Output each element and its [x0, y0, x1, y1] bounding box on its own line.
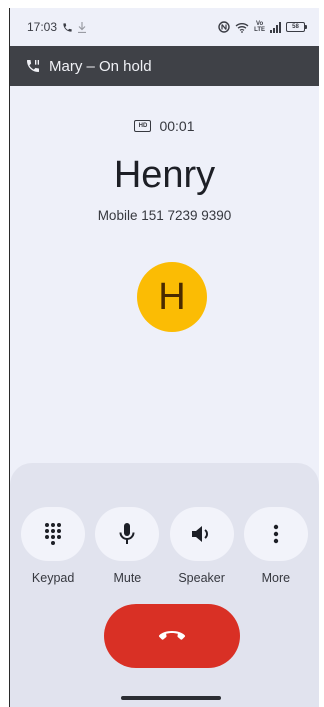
status-time: 17:03 — [27, 20, 58, 34]
battery-icon: 58 — [286, 22, 307, 32]
controls-row: Keypad Mute Speaker More — [10, 507, 319, 585]
end-call-button[interactable] — [104, 604, 240, 668]
battery-level: 58 — [292, 24, 299, 30]
call-timer: HD 00:01 — [10, 118, 319, 134]
dialpad-icon — [45, 523, 62, 545]
caller-number: Mobile 151 7239 9390 — [97, 208, 232, 223]
microphone-icon — [119, 523, 135, 544]
status-right: Vo LTE 58 — [218, 21, 307, 33]
keypad-button[interactable]: Keypad — [18, 507, 88, 585]
call-duration: 00:01 — [159, 118, 195, 134]
status-left: 17:03 — [27, 20, 87, 34]
nfc-icon — [218, 21, 230, 33]
more-vert-icon — [273, 524, 279, 544]
keypad-button-circle[interactable] — [21, 507, 86, 561]
signal-icon — [270, 21, 281, 33]
on-hold-text: Mary – On hold — [49, 57, 152, 75]
keypad-label: Keypad — [31, 571, 75, 585]
speaker-button[interactable]: Speaker — [167, 507, 237, 585]
more-label: More — [261, 571, 291, 585]
end-call-icon — [158, 631, 186, 640]
mute-label: Mute — [113, 571, 142, 585]
speaker-icon — [191, 526, 208, 542]
hd-icon: HD — [134, 120, 152, 132]
caller-avatar: H — [137, 262, 207, 332]
hd-label: HD — [138, 123, 148, 129]
speaker-button-circle[interactable] — [169, 507, 234, 561]
volte-icon: Vo LTE — [254, 21, 265, 33]
mute-button-circle[interactable] — [95, 507, 160, 561]
call-controls-panel: Keypad Mute Speaker More — [10, 463, 319, 707]
speaker-label: Speaker — [178, 571, 225, 585]
phone-hold-icon — [25, 58, 41, 74]
on-hold-banner[interactable]: Mary – On hold — [10, 46, 319, 86]
mute-button[interactable]: Mute — [92, 507, 162, 585]
gesture-nav-handle[interactable] — [121, 696, 221, 700]
avatar-letter: H — [158, 275, 186, 318]
phone-icon — [62, 22, 73, 33]
download-icon — [78, 21, 87, 33]
status-bar: 17:03 Vo LTE 58 — [10, 8, 319, 46]
more-button[interactable]: More — [241, 507, 311, 585]
lte-label: LTE — [254, 27, 265, 33]
caller-name: Henry — [113, 154, 216, 196]
wifi-icon — [235, 22, 249, 33]
call-screen: 17:03 Vo LTE 58 Mary – On hold HD 00:01 … — [9, 8, 319, 707]
more-button-circle[interactable] — [243, 507, 308, 561]
